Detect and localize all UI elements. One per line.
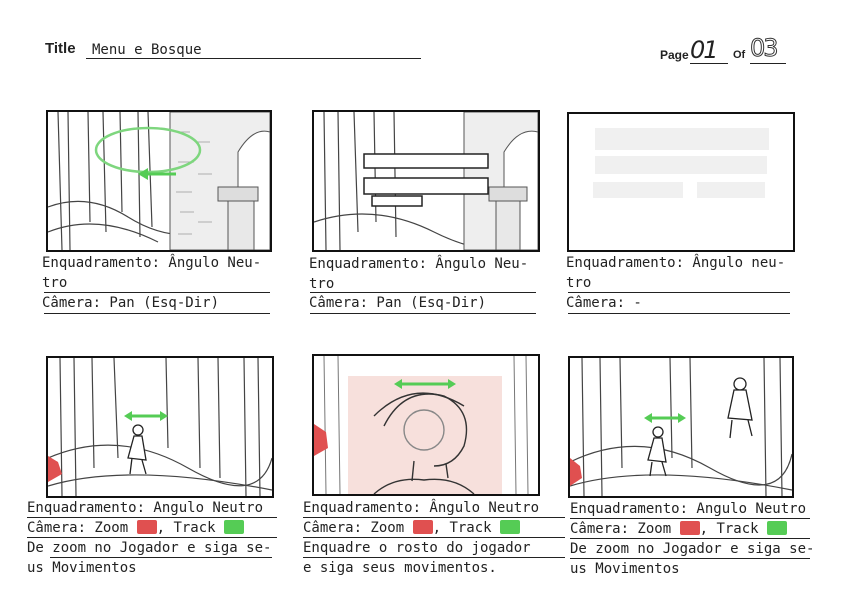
title-label: Title	[45, 40, 76, 57]
panel-4-note-2: us Movimentos	[27, 560, 137, 576]
panel-6-camera: Câmera: Zoom , Track	[570, 519, 788, 539]
panel-6-camera-zoom-label: Câmera: Zoom	[570, 521, 672, 537]
panel-2-line	[310, 313, 536, 314]
panel-1-framing-cont: tro	[42, 275, 68, 291]
panel-6-camera-track-label: , Track	[699, 521, 759, 537]
panel-5-note-2: e siga seus movimentos.	[303, 560, 497, 576]
page-number-underline	[690, 63, 728, 64]
panel-5-camera: Câmera: Zoom , Track	[303, 518, 521, 538]
panel-1-line	[44, 313, 270, 314]
panel-3-camera: Câmera: -	[566, 295, 642, 311]
zoom-marker-icon	[679, 521, 700, 535]
panel-6-framing: Enquadramento: Angulo Neutro	[570, 501, 807, 517]
panel-5-camera-track-label: , Track	[432, 520, 492, 536]
panel-1-framing: Enquadramento: Ângulo Neu-	[42, 255, 262, 271]
panel-4-camera-zoom-label: Câmera: Zoom	[27, 520, 129, 536]
panel-4-camera-track-label: , Track	[156, 520, 216, 536]
face-closeup-sketch	[314, 356, 529, 494]
page-label: Page	[660, 48, 689, 62]
panel-2-framing: Enquadramento: Ângulo Neu-	[309, 256, 529, 272]
title-underline	[86, 58, 421, 59]
storyboard-frame-4	[46, 356, 274, 498]
storyboard-frame-3	[567, 112, 795, 252]
forest-player-sketch-1	[48, 358, 272, 496]
storyboard-frame-1	[46, 110, 272, 252]
panel-5-framing: Enquadramento: Ângulo Neutro	[303, 500, 540, 516]
storyboard-frame-6	[568, 356, 794, 498]
panel-4-note-1: De zoom no Jogador e siga se-	[27, 540, 272, 556]
panel-6-note-1: De zoom no Jogador e siga se-	[570, 541, 815, 557]
forest-sketch-1	[48, 112, 270, 250]
of-label: Of	[733, 49, 746, 61]
page-total-underline	[750, 63, 786, 64]
panel-2-camera: Câmera: Pan (Esq-Dir)	[309, 295, 487, 311]
page-number: 01	[690, 36, 719, 64]
panel-1-camera: Câmera: Pan (Esq-Dir)	[42, 295, 220, 311]
panel-3-framing: Enquadramento: Ângulo neu-	[566, 255, 786, 271]
panel-5-camera-zoom-label: Câmera: Zoom	[303, 520, 405, 536]
track-marker-icon	[767, 521, 788, 535]
storyboard-frame-5	[312, 354, 540, 496]
panel-2-framing-cont: tro	[309, 276, 335, 292]
title-value: Menu e Bosque	[92, 42, 202, 58]
zoom-marker-icon	[412, 520, 433, 534]
panel-4-camera: Câmera: Zoom , Track	[27, 518, 245, 538]
track-marker-icon	[500, 520, 521, 534]
track-marker-icon	[224, 520, 245, 534]
panel-3-line	[568, 313, 790, 314]
forest-player-sketch-2	[570, 358, 792, 496]
panel-6-note-2: us Movimentos	[570, 561, 680, 577]
panel-4-framing: Enquadramento: Angulo Neutro	[27, 500, 264, 516]
forest-sketch-2	[314, 112, 538, 250]
storyboard-frame-2	[312, 110, 540, 252]
menu-placeholder-sketch	[593, 128, 769, 198]
panel-3-framing-cont: tro	[566, 275, 592, 291]
panel-5-note-1: Enquadre o rosto do jogador	[303, 540, 531, 556]
zoom-marker-icon	[136, 520, 157, 534]
page-total: 03	[750, 34, 779, 63]
